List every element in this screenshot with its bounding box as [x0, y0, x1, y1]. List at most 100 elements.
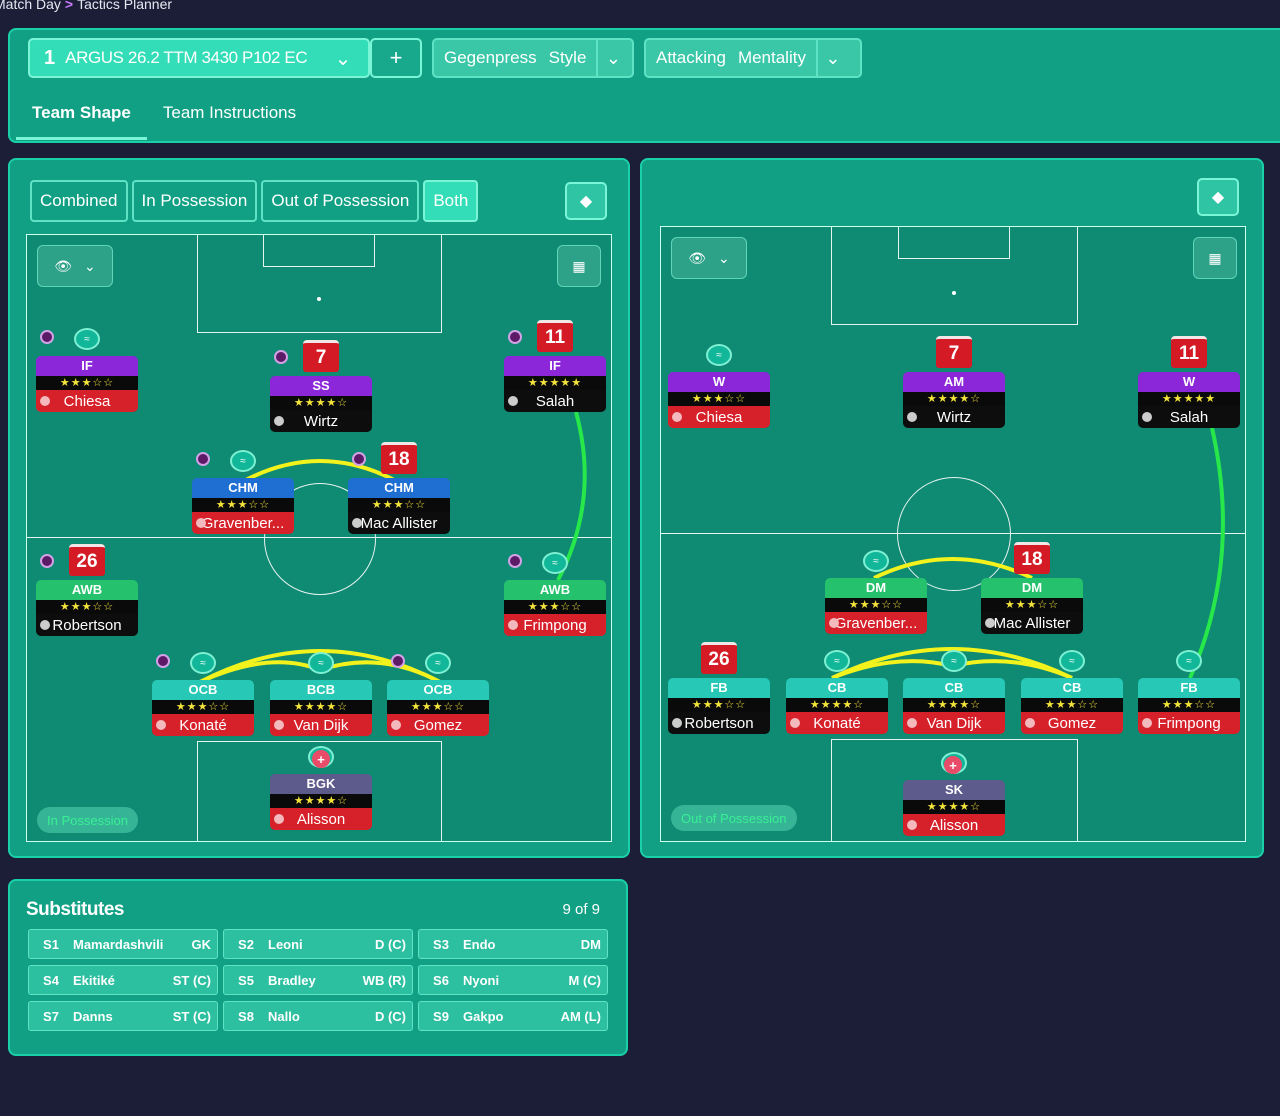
player-card[interactable]: OCB ★★★☆☆ Gomez [387, 680, 489, 736]
player-card[interactable]: DM ★★★☆☆ Mac Allister [981, 578, 1083, 634]
player-card[interactable]: OCB ★★★☆☆ Konaté [152, 680, 254, 736]
visibility-toggle[interactable]: 👁 ⌄ [37, 245, 113, 287]
person-icon [1142, 718, 1152, 728]
sub-player-name: Bradley [268, 972, 316, 988]
player-name-bar: Konaté [152, 714, 254, 736]
substitute-item[interactable]: S9 Gakpo AM (L) [418, 1001, 608, 1031]
mentality-dropdown[interactable]: Attacking Mentality ⌄ [644, 38, 862, 78]
player-name: Frimpong [523, 616, 587, 634]
shirt-number-icon: 26 [701, 642, 737, 674]
player-role: BCB [270, 680, 372, 700]
view-mode-segment: Combined In Possession Out of Possession… [30, 180, 479, 222]
player-name: Gomez [1047, 714, 1097, 732]
person-icon [508, 620, 518, 630]
add-tactic-button[interactable]: + [370, 38, 422, 78]
substitute-item[interactable]: S5 Bradley WB (R) [223, 965, 413, 995]
player-name: Mac Allister [360, 514, 438, 532]
sub-position: WB (R) [362, 972, 406, 988]
player-name: Alisson [929, 816, 979, 834]
shirt-number-icon: 26 [69, 544, 105, 576]
chevron-down-icon[interactable]: ⌄ [318, 40, 368, 76]
grid-icon[interactable]: ▦ [1193, 237, 1237, 279]
tab-team-instructions[interactable]: Team Instructions [147, 90, 312, 140]
player-name: Chiesa [63, 392, 111, 410]
player-card[interactable]: AWB ★★★☆☆ Frimpong [504, 580, 606, 636]
substitute-item[interactable]: S4 Ekitiké ST (C) [28, 965, 218, 995]
role-rating-stars: ★★★☆☆ [152, 700, 254, 714]
chevron-down-icon[interactable]: ⌄ [815, 40, 848, 76]
player-name-bar: Chiesa [36, 390, 138, 412]
player-card[interactable]: W ★★★★★ Salah [1138, 372, 1240, 428]
substitute-item[interactable]: S1 Mamardashvili GK [28, 929, 218, 959]
substitute-item[interactable]: S2 Leoni D (C) [223, 929, 413, 959]
mentality-value: Mentality [737, 48, 806, 67]
person-icon [907, 412, 917, 422]
player-card[interactable]: BCB ★★★★☆ Van Dijk [270, 680, 372, 736]
player-card[interactable]: CB ★★★★☆ Van Dijk [903, 678, 1005, 734]
style-value: Style [548, 48, 587, 67]
player-name: Salah [1169, 408, 1209, 426]
player-role: IF [504, 356, 606, 376]
person-icon [508, 396, 518, 406]
player-card[interactable]: SK ★★★★☆ Alisson [903, 780, 1005, 836]
view-mode-out-of-possession[interactable]: Out of Possession [261, 180, 420, 222]
player-card[interactable]: FB ★★★☆☆ Frimpong [1138, 678, 1240, 734]
sub-slot: S9 [433, 1008, 449, 1024]
player-face-icon: ≈ [1176, 650, 1202, 672]
tab-team-shape[interactable]: Team Shape [16, 90, 147, 140]
in-possession-panel: Combined In Possession Out of Possession… [8, 158, 630, 858]
medical-icon: + [312, 750, 330, 768]
player-card[interactable]: FB ★★★☆☆ Robertson [668, 678, 770, 734]
tactic-selector[interactable]: 1 ARGUS 26.2 TTM 3430 P102 EC ⌄ [28, 38, 370, 78]
player-name-bar: Van Dijk [270, 714, 372, 736]
stopwatch-icon [274, 350, 288, 364]
visibility-toggle[interactable]: 👁 ⌄ [671, 237, 747, 279]
role-rating-stars: ★★★★☆ [786, 698, 888, 712]
grid-icon[interactable]: ▦ [557, 245, 601, 287]
substitute-item[interactable]: S6 Nyoni M (C) [418, 965, 608, 995]
style-dropdown[interactable]: Gegenpress Style ⌄ [432, 38, 634, 78]
sub-slot: S3 [433, 936, 449, 952]
view-mode-both[interactable]: Both [423, 180, 479, 222]
chevron-down-icon[interactable]: ⌄ [596, 40, 628, 76]
player-card[interactable]: CHM ★★★☆☆ Mac Allister [348, 478, 450, 534]
substitute-item[interactable]: S8 Nallo D (C) [223, 1001, 413, 1031]
player-card[interactable]: CB ★★★★☆ Konaté [786, 678, 888, 734]
person-icon [985, 618, 995, 628]
player-name: Robertson [52, 616, 122, 634]
player-card[interactable]: BGK ★★★★☆ Alisson [270, 774, 372, 830]
player-card[interactable]: W ★★★☆☆ Chiesa [668, 372, 770, 428]
player-card[interactable]: AWB ★★★☆☆ Robertson [36, 580, 138, 636]
player-role: AWB [504, 580, 606, 600]
tactic-tabs: Team Shape Team Instructions [16, 90, 312, 140]
view-mode-in-possession[interactable]: In Possession [131, 180, 258, 222]
possession-badge: In Possession [37, 807, 138, 833]
player-name-bar: Wirtz [903, 406, 1005, 428]
player-card[interactable]: CHM ★★★☆☆ Gravenber... [192, 478, 294, 534]
six-yard-box-top [898, 227, 1010, 259]
diamond-icon[interactable]: ◆ [1197, 178, 1239, 216]
role-rating-stars: ★★★★☆ [270, 700, 372, 714]
substitute-item[interactable]: S3 Endo DM [418, 929, 608, 959]
breadcrumb-parent[interactable]: Match Day [0, 0, 61, 12]
player-name: Frimpong [1157, 714, 1221, 732]
player-card[interactable]: AM ★★★★☆ Wirtz [903, 372, 1005, 428]
player-name: Alisson [296, 810, 346, 828]
view-mode-combined[interactable]: Combined [30, 180, 128, 222]
player-name: Salah [535, 392, 575, 410]
stopwatch-icon [196, 452, 210, 466]
sub-player-name: Danns [73, 1008, 113, 1024]
player-card[interactable]: IF ★★★☆☆ Chiesa [36, 356, 138, 412]
player-name: Konaté [813, 714, 861, 732]
substitute-item[interactable]: S7 Danns ST (C) [28, 1001, 218, 1031]
sub-position: GK [191, 936, 212, 952]
player-name: Wirtz [936, 408, 972, 426]
out-of-possession-panel: ◆ 👁 ⌄ ▦ Out of Possession W ★★★☆☆ Chiesa ≈ AM… [640, 158, 1264, 858]
player-card[interactable]: SS ★★★★☆ Wirtz [270, 376, 372, 432]
diamond-icon[interactable]: ◆ [565, 182, 607, 220]
player-card[interactable]: IF ★★★★★ Salah [504, 356, 606, 412]
player-name: Konaté [179, 716, 227, 734]
sub-slot: S6 [433, 972, 449, 988]
player-card[interactable]: DM ★★★☆☆ Gravenber... [825, 578, 927, 634]
player-card[interactable]: CB ★★★☆☆ Gomez [1021, 678, 1123, 734]
